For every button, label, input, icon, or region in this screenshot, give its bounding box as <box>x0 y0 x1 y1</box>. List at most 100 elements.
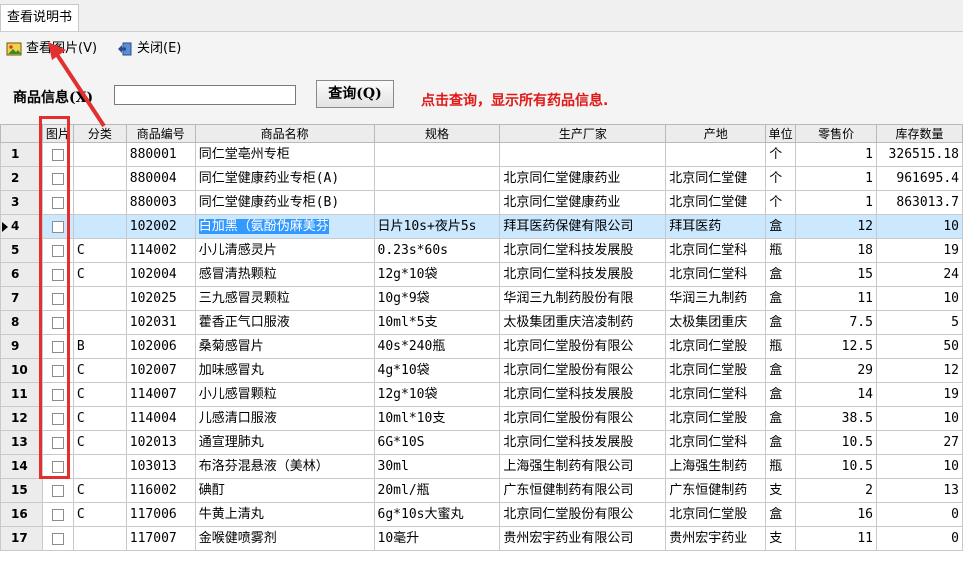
row-number[interactable]: 4 <box>0 214 43 239</box>
cell-origin[interactable]: 太极集团重庆 <box>665 310 767 335</box>
cell-unit[interactable]: 瓶 <box>765 238 797 263</box>
cell-origin[interactable]: 拜耳医药 <box>665 214 767 239</box>
cell-code[interactable]: 880004 <box>125 166 196 191</box>
cell-unit[interactable]: 个 <box>765 166 797 191</box>
cell-name[interactable]: 同仁堂健康药业专柜(A) <box>194 166 375 191</box>
cell-spec[interactable]: 0.23s*60s <box>373 238 501 263</box>
column-header[interactable]: 单位 <box>765 124 797 143</box>
table-row[interactable]: 6 C 102004 感冒清热颗粒 12g*10袋 北京同仁堂科技发展股 北京同仁堂科盒 15… <box>0 262 963 287</box>
cell-spec[interactable]: 12g*10袋 <box>373 382 501 407</box>
column-header[interactable]: 库存数量 <box>875 124 963 143</box>
cell-stock[interactable]: 10 <box>875 214 963 239</box>
cell-stock[interactable]: 10 <box>875 286 963 311</box>
cell-cat[interactable]: C <box>72 382 127 407</box>
image-checkbox[interactable] <box>51 508 64 521</box>
cell-origin[interactable]: 华润三九制药 <box>665 286 767 311</box>
column-header[interactable]: 生产厂家 <box>499 124 667 143</box>
cell-cat[interactable]: C <box>72 262 127 287</box>
cell-origin[interactable]: 广东恒健制药 <box>665 478 767 503</box>
cell-cat[interactable] <box>72 190 127 215</box>
cell-code[interactable]: 114007 <box>125 382 196 407</box>
row-number[interactable]: 12 <box>0 406 43 431</box>
column-header[interactable]: 分类 <box>72 124 127 143</box>
tab-view-manual[interactable]: 查看说明书 <box>0 4 80 31</box>
cell-price[interactable]: 1 <box>795 142 877 167</box>
cell-name[interactable]: 儿感清口服液 <box>194 406 375 431</box>
cell-code[interactable]: 102007 <box>125 358 196 383</box>
cell-cat[interactable] <box>72 526 127 551</box>
column-header[interactable]: 产地 <box>665 124 767 143</box>
cell-name[interactable]: 白加黑（氨酚伪麻美芬 <box>194 214 375 239</box>
cell-unit[interactable]: 瓶 <box>765 334 797 359</box>
cell-cat[interactable] <box>72 286 127 311</box>
cell-origin[interactable]: 北京同仁堂股 <box>665 334 767 359</box>
cell-stock[interactable]: 19 <box>875 382 963 407</box>
cell-price[interactable]: 11 <box>795 526 877 551</box>
row-number[interactable]: 11 <box>0 382 43 407</box>
image-checkbox[interactable] <box>51 244 64 257</box>
close-button[interactable]: 关闭(E) <box>117 39 181 59</box>
cell-code[interactable]: 114004 <box>125 406 196 431</box>
cell-name[interactable]: 碘酊 <box>194 478 375 503</box>
cell-unit[interactable]: 个 <box>765 142 797 167</box>
cell-name[interactable]: 通宣理肺丸 <box>194 430 375 455</box>
row-number[interactable]: 6 <box>0 262 43 287</box>
cell-maker[interactable]: 北京同仁堂健康药业 <box>499 190 667 215</box>
cell-stock[interactable]: 0 <box>875 526 963 551</box>
image-checkbox[interactable] <box>51 172 64 185</box>
row-number[interactable]: 13 <box>0 430 43 455</box>
cell-origin[interactable]: 北京同仁堂科 <box>665 430 767 455</box>
cell-name[interactable]: 三九感冒灵颗粒 <box>194 286 375 311</box>
cell-maker[interactable]: 拜耳医药保健有限公司 <box>499 214 667 239</box>
cell-maker[interactable]: 北京同仁堂科技发展股 <box>499 238 667 263</box>
cell-origin[interactable]: 北京同仁堂健 <box>665 166 767 191</box>
row-number[interactable]: 9 <box>0 334 43 359</box>
column-header[interactable]: 商品编号 <box>125 124 196 143</box>
cell-spec[interactable] <box>373 190 501 215</box>
row-number[interactable]: 15 <box>0 478 43 503</box>
cell-code[interactable]: 880003 <box>125 190 196 215</box>
row-number[interactable]: 3 <box>0 190 43 215</box>
cell-maker[interactable] <box>499 142 667 167</box>
cell-price[interactable]: 12.5 <box>795 334 877 359</box>
cell-unit[interactable]: 盒 <box>765 406 797 431</box>
row-number[interactable]: 5 <box>0 238 43 263</box>
cell-code[interactable]: 102025 <box>125 286 196 311</box>
cell-price[interactable]: 10.5 <box>795 430 877 455</box>
cell-spec[interactable] <box>373 166 501 191</box>
table-row[interactable]: 7 102025 三九感冒灵颗粒 10g*9袋 华润三九制药股份有限 华润三九制药盒 11 1… <box>0 286 963 311</box>
cell-price[interactable]: 16 <box>795 502 877 527</box>
cell-name[interactable]: 加味感冒丸 <box>194 358 375 383</box>
image-checkbox[interactable] <box>51 292 64 305</box>
cell-cat[interactable]: C <box>72 358 127 383</box>
cell-origin[interactable]: 北京同仁堂科 <box>665 382 767 407</box>
cell-stock[interactable]: 27 <box>875 430 963 455</box>
cell-code[interactable]: 102006 <box>125 334 196 359</box>
cell-name[interactable]: 同仁堂亳州专柜 <box>194 142 375 167</box>
cell-unit[interactable]: 瓶 <box>765 454 797 479</box>
cell-price[interactable]: 14 <box>795 382 877 407</box>
table-row[interactable]: 14 103013 布洛芬混悬液（美林） 30ml 上海强生制药有限公司 上海强生制药瓶 1… <box>0 454 963 479</box>
cell-code[interactable]: 880001 <box>125 142 196 167</box>
cell-stock[interactable]: 961695.4 <box>875 166 963 191</box>
cell-name[interactable]: 牛黄上清丸 <box>194 502 375 527</box>
image-checkbox[interactable] <box>51 196 64 209</box>
cell-price[interactable]: 12 <box>795 214 877 239</box>
cell-stock[interactable]: 326515.18 <box>875 142 963 167</box>
row-number[interactable]: 2 <box>0 166 43 191</box>
row-number[interactable]: 16 <box>0 502 43 527</box>
cell-unit[interactable]: 盒 <box>765 214 797 239</box>
cell-origin[interactable]: 北京同仁堂科 <box>665 238 767 263</box>
cell-maker[interactable]: 贵州宏宇药业有限公司 <box>499 526 667 551</box>
cell-cat[interactable] <box>72 454 127 479</box>
cell-spec[interactable]: 10毫升 <box>373 526 501 551</box>
cell-name[interactable]: 布洛芬混悬液（美林） <box>194 454 375 479</box>
cell-maker[interactable]: 北京同仁堂科技发展股 <box>499 430 667 455</box>
cell-code[interactable]: 102031 <box>125 310 196 335</box>
row-number[interactable]: 1 <box>0 142 43 167</box>
cell-code[interactable]: 116002 <box>125 478 196 503</box>
image-checkbox[interactable] <box>51 340 64 353</box>
image-checkbox[interactable] <box>51 268 64 281</box>
table-row[interactable]: 9 B 102006 桑菊感冒片 40s*240瓶 北京同仁堂股份有限公 北京同仁堂股瓶 12… <box>0 334 963 359</box>
row-number[interactable]: 8 <box>0 310 43 335</box>
